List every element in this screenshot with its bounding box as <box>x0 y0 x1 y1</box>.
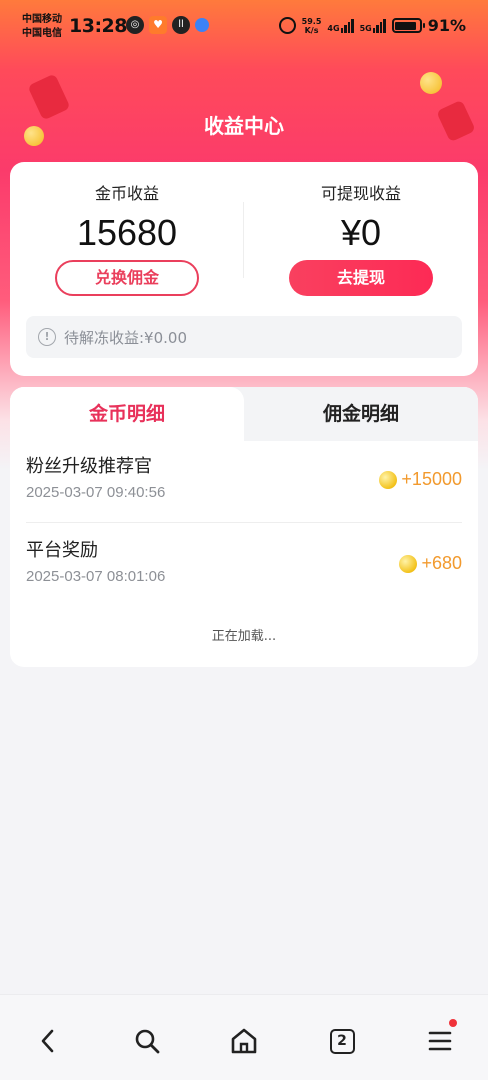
notification-dot <box>449 1019 457 1027</box>
coin-earnings-column: 金币收益 15680 兑换佣金 <box>10 162 244 296</box>
notification-app-icon: ◎ <box>126 16 144 34</box>
sim1-type: 4G <box>327 23 340 33</box>
exchange-commission-button[interactable]: 兑换佣金 <box>55 260 199 296</box>
alarm-icon <box>278 17 296 34</box>
coin-earnings-value: 15680 <box>76 212 178 253</box>
transaction-title: 粉丝升级推荐官 <box>26 456 152 477</box>
withdrawable-label: 可提现收益 <box>320 184 401 203</box>
back-icon <box>41 1029 54 1053</box>
transaction-amount: +15000 <box>379 469 462 490</box>
signal-icon-sim1: 4G <box>327 18 354 33</box>
transaction-date: 2025-03-07 08:01:06 <box>26 568 166 585</box>
sim2-type: 5G <box>359 23 372 33</box>
search-button[interactable] <box>127 1021 167 1061</box>
transaction-amount-value: +680 <box>421 553 462 573</box>
home-button[interactable] <box>224 1021 264 1061</box>
coin-decoration <box>420 72 442 94</box>
coin-icon <box>399 554 418 573</box>
notification-app-icon: ♥ <box>149 16 167 34</box>
details-card: 金币明细 佣金明细 粉丝升级推荐官 2025-03-07 09:40:56 +1… <box>10 387 478 667</box>
transaction-amount: +680 <box>399 553 462 574</box>
tab-coin-details[interactable]: 金币明细 <box>10 387 244 441</box>
back-button[interactable] <box>28 1021 68 1061</box>
battery-percent: 91% <box>427 16 466 35</box>
transaction-title: 平台奖励 <box>26 540 98 561</box>
withdraw-button[interactable]: 去提现 <box>289 260 433 296</box>
menu-button[interactable] <box>420 1019 460 1061</box>
status-bar: 中国移动 中国电信 13:28 ◎ ♥ ll 59.5 K/s 4G 5G 91… <box>0 0 488 52</box>
system-icons: 59.5 K/s 4G 5G 91% <box>278 16 466 35</box>
battery-icon <box>391 18 425 33</box>
loading-text: 正在加载... <box>211 629 277 644</box>
info-icon: ! <box>38 328 56 346</box>
clock: 13:28 <box>69 15 127 37</box>
carrier-2: 中国电信 <box>22 28 62 39</box>
list-item: 平台奖励 2025-03-07 08:01:06 +680 <box>26 527 462 607</box>
notification-icons: ◎ ♥ ll <box>126 16 209 34</box>
coin-earnings-label: 金币收益 <box>94 184 159 203</box>
notification-app-icon: ll <box>172 16 190 34</box>
home-icon <box>231 1028 257 1054</box>
transaction-date: 2025-03-07 09:40:56 <box>26 484 166 501</box>
browser-bottom-nav: 2 <box>0 994 488 1080</box>
network-speed-unit: K/s <box>304 25 319 35</box>
signal-icon-sim2: 5G <box>359 18 386 33</box>
carrier-1: 中国移动 <box>22 14 62 25</box>
withdrawable-column: 可提现收益 ¥0 去提现 <box>244 162 478 296</box>
list-item: 粉丝升级推荐官 2025-03-07 09:40:56 +15000 <box>26 443 462 523</box>
tab-count: 2 <box>329 1028 355 1054</box>
transaction-amount-value: +15000 <box>401 469 462 489</box>
network-speed-value: 59.5 <box>301 16 322 26</box>
notification-app-icon <box>195 18 209 32</box>
frozen-earnings-text: 待解冻收益:¥0.00 <box>64 328 187 347</box>
frozen-earnings-bar: ! 待解冻收益:¥0.00 <box>26 316 462 358</box>
earnings-card: 金币收益 15680 兑换佣金 可提现收益 ¥0 去提现 ! 待解冻收益:¥0.… <box>10 162 478 376</box>
page-title: 收益中心 <box>204 114 284 138</box>
tab-commission-details[interactable]: 佣金明细 <box>244 387 478 441</box>
withdrawable-value: ¥0 <box>340 212 382 253</box>
search-icon <box>135 1029 160 1054</box>
menu-icon <box>428 1031 452 1051</box>
coin-icon <box>379 470 398 489</box>
tabs-button[interactable]: 2 <box>322 1021 362 1061</box>
network-speed: 59.5 K/s <box>302 17 322 35</box>
carrier-info: 中国移动 中国电信 <box>22 13 62 41</box>
detail-tabs: 金币明细 佣金明细 <box>10 387 478 441</box>
